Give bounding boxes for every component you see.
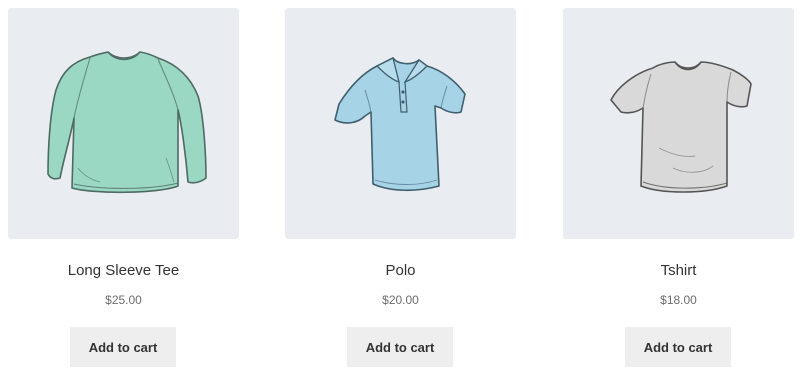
- product-title[interactable]: Tshirt: [563, 262, 794, 280]
- add-to-cart-button[interactable]: Add to cart: [347, 327, 453, 367]
- product-image-link[interactable]: [8, 8, 239, 239]
- product-title[interactable]: Polo: [285, 262, 516, 280]
- product-image-link[interactable]: [285, 8, 516, 239]
- product-card: Long Sleeve Tee $25.00 Add to cart: [8, 8, 239, 373]
- add-to-cart-button[interactable]: Add to cart: [625, 327, 731, 367]
- product-card: Polo $20.00 Add to cart: [285, 8, 516, 373]
- tshirt-image: [610, 61, 752, 193]
- product-title[interactable]: Long Sleeve Tee: [8, 262, 239, 280]
- product-grid: Long Sleeve Tee $25.00 Add to cart Polo …: [0, 0, 806, 381]
- polo-shirt-image: [334, 57, 466, 192]
- product-price: $25.00: [105, 293, 142, 307]
- product-price: $18.00: [660, 293, 697, 307]
- product-price: $20.00: [382, 293, 419, 307]
- add-to-cart-button[interactable]: Add to cart: [70, 327, 176, 367]
- product-card: Tshirt $18.00 Add to cart: [563, 8, 794, 373]
- product-image-link[interactable]: [563, 8, 794, 239]
- long-sleeve-tee-image: [47, 51, 207, 194]
